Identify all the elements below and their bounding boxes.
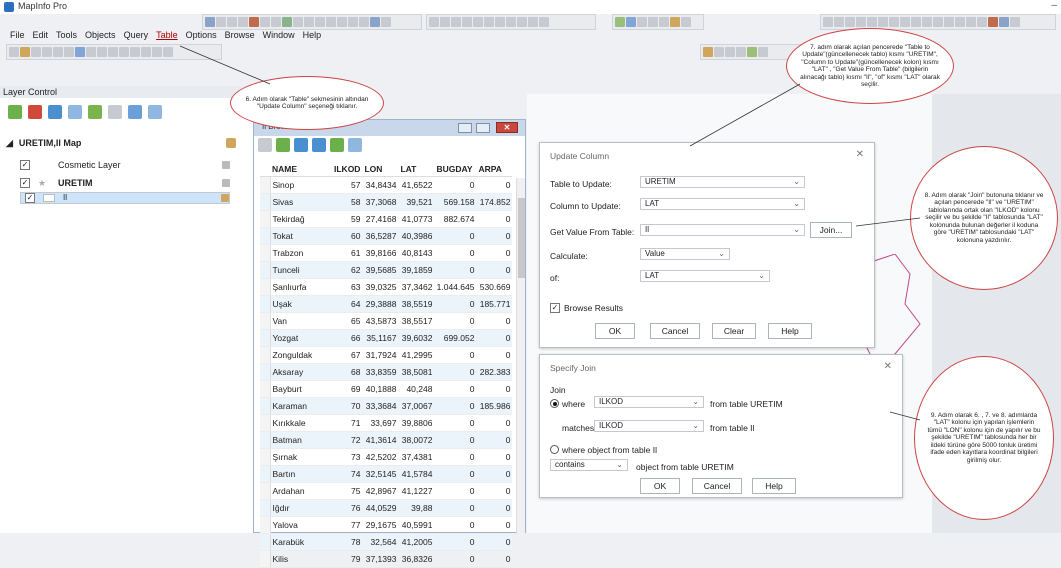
table-cell[interactable]: 0 bbox=[434, 533, 477, 551]
table-row[interactable]: Kilis 79 37,1393 36,8326 0 0 bbox=[260, 550, 513, 568]
table-cell[interactable]: 37,1393 bbox=[362, 550, 399, 568]
table-cell[interactable]: 78 bbox=[332, 533, 363, 551]
annotation-arrows bbox=[179, 45, 921, 421]
arrow-step6 bbox=[179, 45, 271, 85]
arrow-step7 bbox=[689, 83, 801, 147]
table-row[interactable]: Karabük 78 32,564 41,2005 0 0 bbox=[260, 533, 513, 551]
table-cell[interactable]: 36,8326 bbox=[398, 550, 435, 568]
table-cell[interactable]: Kilis bbox=[270, 550, 332, 568]
table-cell[interactable]: 0 bbox=[476, 550, 513, 568]
row-header[interactable] bbox=[260, 533, 271, 551]
table-cell[interactable]: 79 bbox=[332, 550, 363, 568]
table-cell[interactable]: Karabük bbox=[270, 533, 332, 551]
table-cell[interactable]: 0 bbox=[476, 533, 513, 551]
arrow-step8 bbox=[855, 217, 921, 227]
table-cell[interactable]: 0 bbox=[434, 550, 477, 568]
arrow-step9 bbox=[889, 411, 921, 421]
table-cell[interactable]: 41,2005 bbox=[398, 533, 435, 551]
row-header[interactable] bbox=[260, 550, 271, 568]
table-cell[interactable]: 32,564 bbox=[362, 533, 399, 551]
